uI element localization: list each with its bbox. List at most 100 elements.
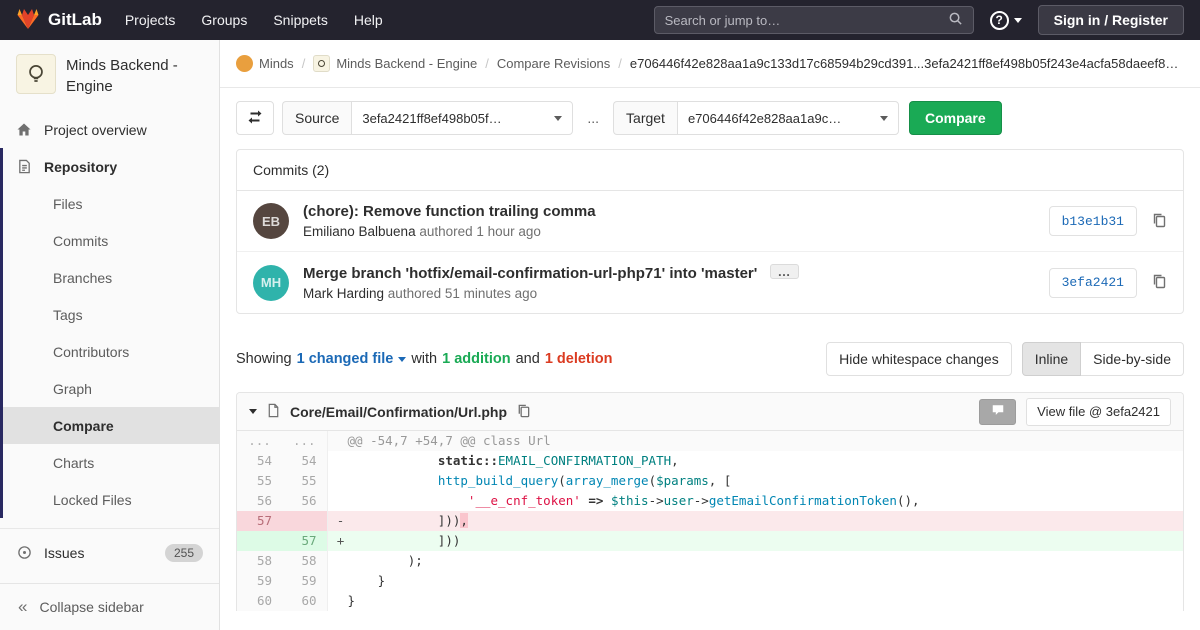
code-line: static::EMAIL_CONFIRMATION_PATH, [327,451,1183,471]
commit-meta: Emiliano Balbuena authored 1 hour ago [303,224,1035,239]
copy-file-path-button[interactable] [516,403,531,421]
commit-title-line: Merge branch 'hotfix/email-confirmation-… [303,264,1035,282]
sidebar-item-charts[interactable]: Charts [3,444,219,481]
file-icon [266,403,281,421]
brand-name: GitLab [48,10,102,30]
sidebar-item-compare[interactable]: Compare [3,407,219,444]
sub-item-label: Locked Files [53,492,132,508]
changed-files-dropdown[interactable]: 1 changed file [297,351,407,367]
old-line-number: ... [237,431,282,451]
hide-whitespace-button[interactable]: Hide whitespace changes [826,342,1012,376]
new-line-number[interactable] [282,511,327,531]
breadcrumb-group[interactable]: Minds [236,55,294,72]
old-line-number[interactable]: 55 [237,471,282,491]
sign-in-button[interactable]: Sign in / Register [1038,5,1184,35]
code-line: } [327,571,1183,591]
sub-item-label: Commits [53,233,108,249]
breadcrumb-compare-revisions[interactable]: Compare Revisions [497,56,610,71]
avatar[interactable]: EB [253,203,289,239]
code-line: ); [327,551,1183,571]
search-box[interactable] [654,6,974,34]
gitlab-home-link[interactable]: GitLab [16,7,102,34]
sidebar-item-tags[interactable]: Tags [3,296,219,333]
sidebar-item-label: Repository [44,159,117,175]
collapse-sidebar-button[interactable]: « Collapse sidebar [0,583,219,630]
sidebar-item-project-overview[interactable]: Project overview [0,111,219,148]
sidebar-item-graph[interactable]: Graph [3,370,219,407]
commit-sha-button[interactable]: b13e1b31 [1049,206,1137,236]
compare-button[interactable]: Compare [909,101,1002,135]
nav-help[interactable]: Help [341,0,396,40]
diff-summary-row: Showing 1 changed file with 1 addition a… [220,342,1200,376]
code-line: - ])), [327,511,1183,531]
sidebar-item-files[interactable]: Files [3,185,219,222]
old-line-number[interactable]: 59 [237,571,282,591]
copy-sha-button[interactable] [1151,273,1167,292]
old-line-number[interactable]: 56 [237,491,282,511]
source-label: Source [282,101,351,135]
sidebar-item-repository[interactable]: Repository [3,148,219,185]
swap-revisions-button[interactable] [236,101,274,135]
search-input[interactable] [665,13,948,28]
commits-header: Commits (2) [237,150,1183,191]
new-line-number[interactable]: 56 [282,491,327,511]
side-by-side-view-button[interactable]: Side-by-side [1081,342,1184,376]
new-line-number[interactable]: 58 [282,551,327,571]
with-label: with [411,351,437,367]
sidebar-item-label: Issues [44,545,84,561]
old-line-number[interactable]: 57 [237,511,282,531]
source-revision-dropdown[interactable]: 3efa2421ff8ef498b05f… [351,101,573,135]
copy-icon [516,403,531,421]
new-line-number[interactable]: 54 [282,451,327,471]
target-revision-dropdown[interactable]: e706446f42e828aa1a9c… [677,101,899,135]
sidebar-item-branches[interactable]: Branches [3,259,219,296]
sidebar-item-contributors[interactable]: Contributors [3,333,219,370]
old-line-number[interactable]: 58 [237,551,282,571]
old-line-number[interactable] [237,531,282,551]
commit-sha-button[interactable]: 3efa2421 [1049,268,1137,298]
sub-item-label: Compare [53,418,114,434]
breadcrumb-label: Compare Revisions [497,56,610,71]
commits-panel: Commits (2) EB (chore): Remove function … [236,149,1184,314]
code-line: '__e_cnf_token' => $this->user->getEmail… [327,491,1183,511]
diff-view-toggle: Inline Side-by-side [1022,342,1184,376]
and-label: and [516,351,540,367]
inline-view-button[interactable]: Inline [1022,342,1081,376]
nav-snippets[interactable]: Snippets [260,0,340,40]
commit-title-link[interactable]: (chore): Remove function trailing comma [303,203,1035,220]
breadcrumb-project[interactable]: Minds Backend - Engine [313,55,477,72]
breadcrumb-current-ref: e706446f42e828aa1a9c133d17c68594b29cd391… [630,56,1184,71]
commit-title-link[interactable]: Merge branch 'hotfix/email-confirmation-… [303,265,757,282]
new-line-number[interactable]: 55 [282,471,327,491]
swap-arrows-icon [247,109,263,128]
diff-row: 5555 http_build_query(array_merge($param… [237,471,1183,491]
sidebar-item-locked-files[interactable]: Locked Files [3,481,219,518]
old-line-number[interactable]: 60 [237,591,282,611]
diff-file-panel: Core/Email/Confirmation/Url.php View fil… [236,392,1184,611]
toggle-comments-button[interactable] [979,399,1016,425]
expand-commit-description-button[interactable]: … [770,264,799,279]
commit-author-link[interactable]: Mark Harding [303,286,384,301]
sidebar-project-header[interactable]: Minds Backend - Engine [0,40,219,107]
top-navbar: GitLab Projects Groups Snippets Help ? S… [0,0,1200,40]
old-line-number[interactable]: 54 [237,451,282,471]
collapse-diff-icon[interactable] [249,409,257,414]
copy-sha-button[interactable] [1151,212,1167,231]
new-line-number: ... [282,431,327,451]
new-line-number[interactable]: 59 [282,571,327,591]
sidebar-item-commits[interactable]: Commits [3,222,219,259]
commit-author-link[interactable]: Emiliano Balbuena [303,224,416,239]
repository-icon [16,159,32,175]
new-line-number[interactable]: 57 [282,531,327,551]
new-line-number[interactable]: 60 [282,591,327,611]
nav-projects[interactable]: Projects [112,0,189,40]
sidebar-item-issues[interactable]: Issues 255 [0,534,219,571]
help-menu[interactable]: ? [990,11,1022,30]
nav-groups[interactable]: Groups [188,0,260,40]
view-file-button[interactable]: View file @ 3efa2421 [1026,398,1171,426]
file-path-link[interactable]: Core/Email/Confirmation/Url.php [290,404,507,420]
breadcrumb-label: Minds Backend - Engine [336,56,477,71]
avatar[interactable]: MH [253,265,289,301]
commit-meta: Mark Harding authored 51 minutes ago [303,286,1035,301]
breadcrumb-separator: / [477,56,497,71]
